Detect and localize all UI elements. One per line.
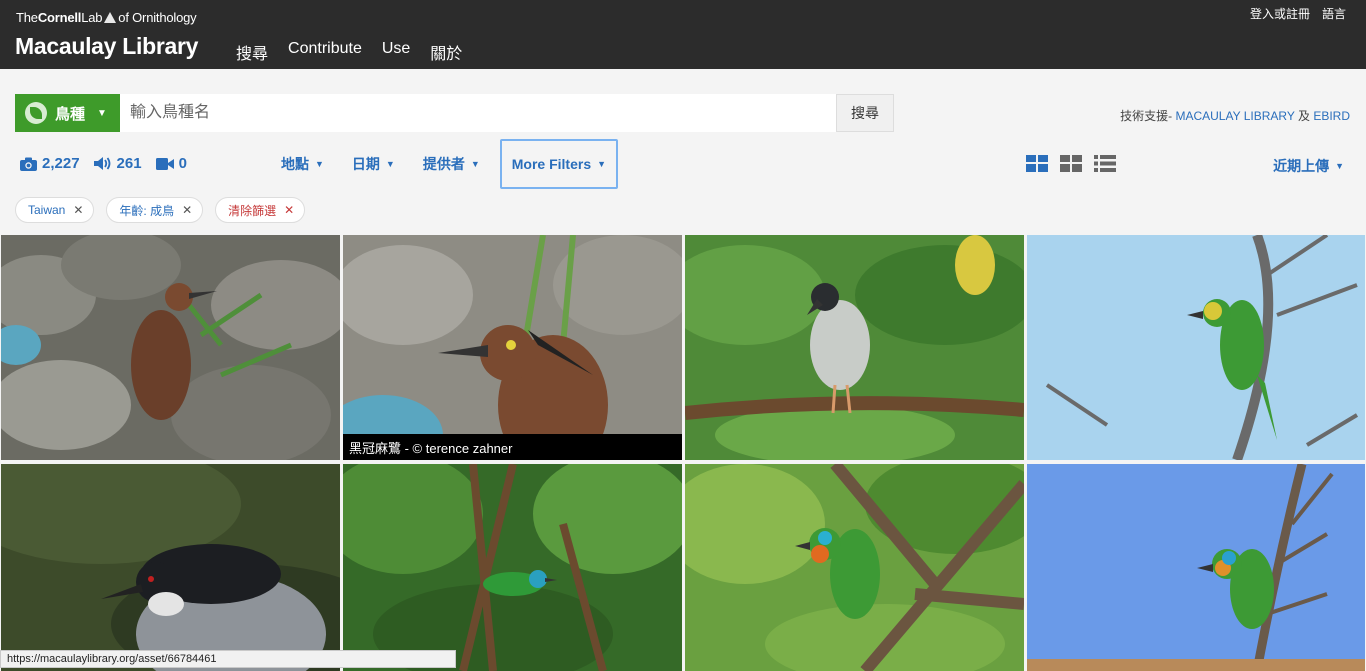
macaulay-link[interactable]: MACAULAY LIBRARY: [1175, 109, 1294, 123]
site-header: The Cornell Lab of Ornithology Macaulay Lib…: [0, 0, 1366, 69]
video-camera-icon: [155, 157, 174, 170]
filter-chip-taiwan[interactable]: Taiwan ✕: [15, 197, 95, 223]
large-grid-icon[interactable]: [1026, 155, 1048, 172]
media-thumbnail[interactable]: [685, 464, 1024, 671]
chip-label: 年齡: 成鳥: [119, 203, 175, 218]
date-filter-label: 日期: [351, 156, 380, 172]
search-button[interactable]: 搜尋: [836, 94, 894, 132]
media-thumbnail[interactable]: [1027, 235, 1365, 460]
clear-filters-chip[interactable]: 清除篩選 ✕: [215, 197, 306, 223]
more-filters-button[interactable]: More Filters ▼: [499, 139, 619, 189]
chip-label: Taiwan: [28, 203, 66, 217]
chevron-down-icon: ▼: [470, 159, 480, 169]
list-icon[interactable]: [1094, 155, 1116, 172]
video-count[interactable]: 0: [155, 155, 187, 172]
media-thumbnail[interactable]: [685, 235, 1024, 460]
powered-by: 技術支援- MACAULAY LIBRARY 及 EBIRD: [1120, 107, 1350, 124]
barbet-branches-photo: [685, 464, 1024, 671]
chevron-down-icon: ▼: [1335, 161, 1344, 171]
barbet-blue-sky-photo: [1027, 464, 1365, 671]
main-nav: 搜尋 Contribute Use 關於: [236, 40, 462, 64]
nav-search[interactable]: 搜尋: [236, 40, 268, 64]
species-dropdown-button[interactable]: 鳥種 ▼: [15, 94, 120, 132]
close-icon[interactable]: ✕: [284, 203, 294, 217]
nav-use[interactable]: Use: [382, 40, 410, 64]
more-filters-label: More Filters: [511, 156, 592, 172]
audio-count-value: 261: [116, 155, 142, 172]
night-heron-water-photo: [1, 464, 340, 671]
photo-count[interactable]: 2,227: [20, 155, 80, 172]
camera-icon: [20, 157, 37, 171]
active-filters: Taiwan ✕ 年齡: 成鳥 ✕ 清除篩選 ✕: [15, 197, 306, 223]
species-leaf-icon: [25, 102, 47, 124]
media-thumbnail[interactable]: [343, 464, 682, 671]
macaulay-library-logo[interactable]: Macaulay Library: [15, 33, 198, 60]
search-bar: 鳥種 ▼ 搜尋: [15, 94, 894, 132]
view-toggle: [1026, 155, 1116, 172]
filter-chip-age[interactable]: 年齡: 成鳥 ✕: [106, 197, 204, 223]
media-thumbnail[interactable]: [1027, 464, 1365, 671]
chip-label: 清除篩選: [228, 203, 277, 218]
media-thumbnail[interactable]: [1, 235, 340, 460]
night-heron-branch-photo: [685, 235, 1024, 460]
media-thumbnail[interactable]: [1, 464, 340, 671]
status-bar-url: https://macaulaylibrary.org/asset/667844…: [0, 650, 456, 668]
sort-dropdown[interactable]: 近期上傳 ▼: [1273, 156, 1344, 176]
contributor-filter-label: 提供者: [422, 156, 465, 172]
sort-label: 近期上傳: [1273, 158, 1330, 174]
date-filter[interactable]: 日期 ▼: [338, 140, 409, 188]
audio-count[interactable]: 261: [93, 155, 142, 172]
language-menu[interactable]: 語言: [1322, 5, 1346, 22]
cornell-bird-icon: [104, 12, 117, 23]
media-thumbnail[interactable]: [343, 235, 682, 460]
filter-bar: 地點 ▼ 日期 ▼ 提供者 ▼ More Filters ▼: [267, 139, 619, 189]
nav-about[interactable]: 關於: [430, 40, 462, 64]
account-links: 登入或註冊 語言: [1250, 5, 1346, 22]
lab-of: of Ornithology: [118, 10, 197, 25]
location-filter[interactable]: 地點 ▼: [267, 140, 338, 188]
nav-contribute[interactable]: Contribute: [288, 40, 362, 64]
chevron-down-icon: ▼: [315, 159, 324, 169]
chevron-down-icon: ▼: [97, 107, 107, 119]
chevron-down-icon: ▼: [597, 159, 607, 169]
location-filter-label: 地點: [281, 156, 309, 172]
barbet-foliage-photo: [343, 464, 682, 671]
chevron-down-icon: ▼: [385, 159, 395, 169]
contributor-filter[interactable]: 提供者 ▼: [409, 140, 494, 188]
hover-caption: 黑冠麻鷺 - © terence zahner: [343, 434, 682, 460]
powered-prefix: 技術支援-: [1120, 109, 1176, 123]
lab-name: Cornell: [37, 10, 82, 25]
speaker-icon: [93, 157, 110, 170]
species-search-input[interactable]: [120, 94, 836, 132]
login-link[interactable]: 登入或註冊: [1250, 5, 1310, 22]
heron-on-rocks-photo: [1, 235, 340, 460]
media-counts: 2,227 261 0: [20, 155, 187, 172]
heron-closeup-photo: [343, 235, 682, 460]
video-count-value: 0: [178, 155, 187, 172]
small-grid-icon[interactable]: [1060, 155, 1082, 172]
species-label: 鳥種: [55, 105, 86, 123]
close-icon[interactable]: ✕: [73, 203, 83, 217]
powered-and: 及: [1294, 109, 1314, 123]
close-icon[interactable]: ✕: [182, 203, 192, 217]
barbet-sky-photo: [1027, 235, 1365, 460]
results-grid: [0, 234, 1366, 671]
photo-count-value: 2,227: [42, 155, 80, 172]
ebird-link[interactable]: EBIRD: [1313, 109, 1350, 123]
lab-prefix: The: [16, 10, 38, 25]
lab-suffix: Lab: [81, 10, 103, 25]
cornell-lab-logo[interactable]: The Cornell Lab of Ornithology: [16, 10, 197, 25]
